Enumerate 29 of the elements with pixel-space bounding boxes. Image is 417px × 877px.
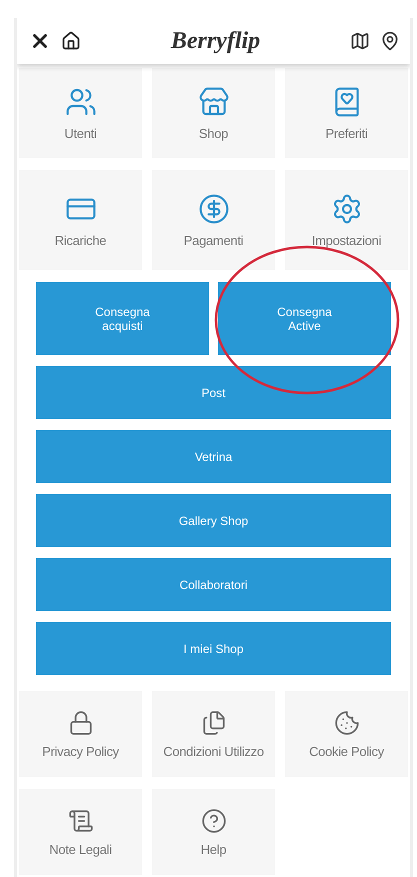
menu-tile[interactable]: Cookie Policy	[285, 691, 408, 777]
store-icon	[198, 86, 230, 118]
document-icon	[200, 710, 226, 736]
menu-button[interactable]: Consegna acquisti	[36, 282, 209, 355]
help-icon	[200, 808, 226, 834]
menu-button[interactable]: Vetrina	[36, 430, 391, 483]
menu-button[interactable]: Gallery Shop	[36, 494, 391, 547]
dollar-icon	[198, 192, 230, 224]
lock-icon	[68, 710, 94, 736]
menu-button[interactable]: Consegna Active	[218, 282, 391, 355]
menu-button[interactable]: I miei Shop	[36, 622, 391, 675]
menu-tile[interactable]: Privacy Policy	[19, 691, 142, 777]
menu-tile[interactable]: Preferiti	[285, 68, 408, 158]
logo: Berryflip	[170, 28, 262, 54]
menu-tile[interactable]: Help	[152, 789, 275, 875]
menu-tile[interactable]: Ricariche	[19, 170, 142, 270]
menu-button[interactable]: Collaboratori	[36, 558, 391, 611]
menu-tile[interactable]: Shop	[152, 68, 275, 158]
menu-tile[interactable]: Utenti	[19, 68, 142, 158]
menu-tile[interactable]: Impostazioni	[285, 170, 408, 270]
scroll-icon	[68, 808, 94, 834]
home-icon[interactable]	[61, 31, 81, 51]
map-pin-icon[interactable]	[380, 31, 400, 51]
menu-tile[interactable]: Pagamenti	[152, 170, 275, 270]
map-icon[interactable]	[350, 31, 370, 51]
menu-tile[interactable]: Condizioni Utilizzo	[152, 691, 275, 777]
cookie-icon	[334, 710, 360, 736]
menu-button[interactable]: Post	[36, 366, 391, 419]
menu-tile[interactable]: Note Legali	[19, 789, 142, 875]
